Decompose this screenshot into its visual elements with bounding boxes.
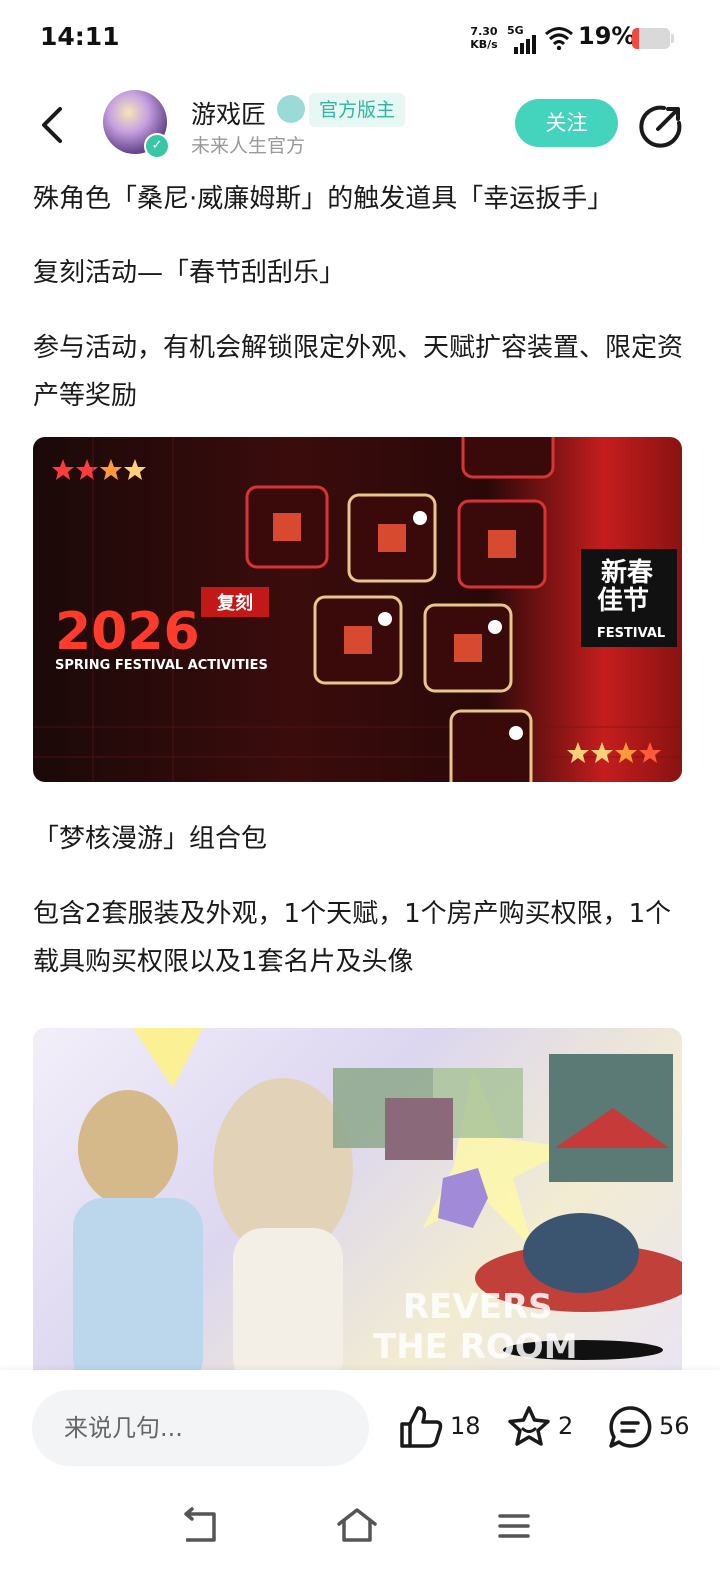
- banner-panel-sub: FESTIVAL: [597, 626, 665, 641]
- back-arrow-icon[interactable]: [34, 103, 74, 147]
- battery-tip: [671, 34, 674, 43]
- author-subtitle: 未来人生官方: [191, 135, 306, 157]
- star-icon: [508, 1406, 550, 1446]
- section-heading-bundle: 「梦核漫游」组合包: [33, 824, 268, 854]
- banner-year: 2026: [55, 602, 200, 662]
- dreamcore-bundle-image[interactable]: REVERS THE ROOM: [33, 1028, 682, 1388]
- wifi-icon: [545, 27, 573, 50]
- like-count: 18: [450, 1412, 481, 1440]
- bottom-action-bar: 18 2 56: [0, 1370, 720, 1486]
- nav-home-icon[interactable]: [335, 1506, 379, 1546]
- image-watermark-1: REVERS: [403, 1287, 553, 1327]
- official-moderator-badge: 官方版主: [309, 93, 406, 127]
- like-button[interactable]: 18: [398, 1404, 488, 1450]
- paragraph-props: 殊角色「桑尼·威廉姆斯」的触发道具「幸运扳手」: [33, 184, 614, 214]
- image-watermark-2: THE ROOM: [373, 1327, 578, 1367]
- author-name[interactable]: 游戏匠: [191, 95, 266, 131]
- banner-caption: SPRING FESTIVAL ACTIVITIES: [55, 658, 268, 673]
- favorite-button[interactable]: 2: [506, 1404, 576, 1450]
- banner-panel-title-1: 新春: [601, 557, 653, 588]
- banner-panel-title-2: 佳节: [597, 586, 649, 616]
- network-speed: 7.30 KB/s: [466, 25, 502, 51]
- spring-festival-banner-image[interactable]: 2026 复刻 SPRING FESTIVAL ACTIVITIES 新春 佳节…: [33, 437, 682, 782]
- system-navigation-bar: [0, 1486, 720, 1584]
- battery-icon: [632, 28, 670, 49]
- battery-percent: 19%: [578, 22, 636, 50]
- comment-bubble-icon: [609, 1406, 652, 1448]
- verified-check-icon: ✓: [144, 133, 170, 159]
- battery-level-fill: [632, 28, 640, 49]
- section-heading-rerun: 复刻活动—「春节刮刮乐」: [33, 258, 346, 288]
- cellular-signal-icon: 5G: [506, 24, 540, 54]
- nav-menu-icon[interactable]: [492, 1506, 536, 1546]
- comment-input[interactable]: [32, 1390, 369, 1466]
- nav-back-icon[interactable]: [178, 1506, 222, 1546]
- thumbs-up-icon: [400, 1406, 443, 1448]
- comment-count: 56: [659, 1412, 690, 1440]
- comment-button[interactable]: 56: [607, 1404, 697, 1450]
- paragraph-rerun-desc: 参与活动，有机会解锁限定外观、天赋扩容装置、限定资产等奖励: [33, 333, 684, 411]
- favorite-count: 2: [558, 1412, 574, 1440]
- network-speed-value: 7.30: [470, 25, 498, 38]
- status-bar: 14:11 7.30 KB/s 5G 19%: [0, 0, 720, 80]
- post-header: ✓ 游戏匠 官方版主 未来人生官方 关注: [0, 85, 720, 165]
- status-time: 14:11: [40, 22, 120, 51]
- author-level-icon: [277, 95, 305, 123]
- network-speed-unit: KB/s: [470, 38, 498, 51]
- paragraph-bundle-desc: 包含2套服装及外观，1个天赋，1个房产购买权限，1个载具购买权限以及1套名片及头…: [33, 899, 672, 977]
- share-icon[interactable]: [638, 103, 684, 149]
- banner-rerun-tag: 复刻: [216, 592, 253, 614]
- follow-button[interactable]: 关注: [515, 99, 618, 147]
